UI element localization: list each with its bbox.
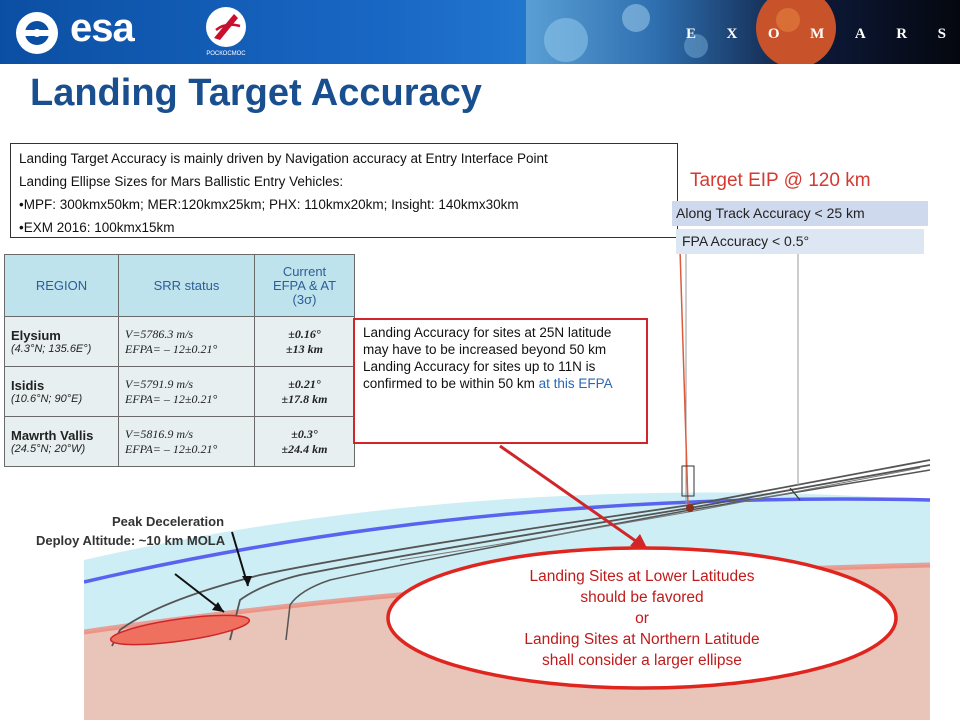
roscosmos-emblem-icon [206, 7, 246, 47]
table-header-row: REGION SRR status Current EFPA & AT (3σ) [4, 254, 355, 317]
note-text-highlight: at this EFPA [534, 376, 613, 391]
header-accuracy-line: Current [282, 263, 327, 279]
velocity-value: V=5816.9 m/s [125, 426, 194, 441]
conclusion-line: or [635, 610, 649, 627]
exomars-banner: E X O M A R S [526, 0, 960, 64]
region-cell: Mawrth Vallis (24.5°N; 20°W) [4, 416, 119, 467]
exomars-letter: A [854, 26, 866, 42]
roscosmos-logo: РОСКОСМОС [196, 4, 256, 62]
conclusion-text: Landing Sites at Lower Latitudes should … [420, 566, 864, 671]
info-line: •EXM 2016: 100kmx15km [19, 220, 175, 235]
table-row: Isidis (10.6°N; 90°E) V=5791.9 m/s EFPA=… [4, 366, 355, 417]
header-accuracy: Current EFPA & AT (3σ) [254, 254, 355, 317]
conclusion-line: should be favored [580, 589, 704, 606]
target-red-line [679, 249, 689, 506]
header-region: REGION [4, 254, 119, 317]
region-name: Isidis [11, 378, 45, 393]
at-accuracy: ±24.4 km [281, 441, 328, 456]
region-coords: (24.5°N; 20°W) [11, 443, 86, 455]
region-table: REGION SRR status Current EFPA & AT (3σ)… [4, 254, 355, 467]
exomars-letter: X [726, 26, 738, 42]
fpa-accuracy-label: FPA Accuracy < 0.5° [676, 229, 924, 254]
exomars-wordmark: E X O M A R S [686, 26, 946, 46]
page-title: Landing Target Accuracy [30, 72, 482, 114]
exomars-letter: R [896, 26, 908, 42]
accuracy-cell: ±0.16° ±13 km [254, 316, 355, 367]
accuracy-cell: ±0.3° ±24.4 km [254, 416, 355, 467]
info-box: Landing Target Accuracy is mainly driven… [10, 143, 678, 238]
region-name: Elysium [11, 328, 61, 343]
header-band: esa РОСКОСМОС E X O M A R S [0, 0, 960, 64]
peak-line: Peak Deceleration [112, 514, 225, 529]
header-srr: SRR status [118, 254, 255, 317]
table-row: Mawrth Vallis (24.5°N; 20°W) V=5816.9 m/… [4, 416, 355, 467]
info-line: Landing Target Accuracy is mainly driven… [19, 151, 548, 166]
eip-point [686, 504, 694, 512]
header-accuracy-line: (3σ) [292, 291, 317, 307]
exomars-letter: S [937, 26, 946, 42]
note-text: Landing Accuracy for sites at 25N latitu… [363, 325, 612, 357]
table-row: Elysium (4.3°N; 135.6E°) V=5786.3 m/s EF… [4, 316, 355, 367]
info-line: •MPF: 300kmx50km; MER:120kmx25km; PHX: 1… [19, 197, 519, 212]
efpa-accuracy: ±0.3° [291, 426, 318, 441]
target-eip-label: Target EIP @ 120 km [690, 170, 871, 191]
region-name: Mawrth Vallis [11, 428, 94, 443]
conclusion-line: shall consider a larger ellipse [542, 652, 742, 669]
along-track-label: Along Track Accuracy < 25 km [672, 201, 928, 226]
velocity-value: V=5791.9 m/s [125, 376, 194, 391]
efpa-value: EFPA= – 12±0.21° [125, 341, 218, 356]
efpa-accuracy: ±0.21° [288, 376, 321, 391]
roscosmos-label: РОСКОСМОС [206, 51, 246, 57]
efpa-accuracy: ±0.16° [288, 326, 321, 341]
landing-accuracy-note: Landing Accuracy for sites at 25N latitu… [353, 318, 648, 444]
accuracy-cell: ±0.21° ±17.8 km [254, 366, 355, 417]
srr-cell: V=5816.9 m/s EFPA= – 12±0.21° [118, 416, 255, 467]
efpa-value: EFPA= – 12±0.21° [125, 441, 218, 456]
srr-cell: V=5786.3 m/s EFPA= – 12±0.21° [118, 316, 255, 367]
region-coords: (10.6°N; 90°E) [11, 393, 83, 405]
exomars-letter: M [810, 26, 825, 42]
info-line: Landing Ellipse Sizes for Mars Ballistic… [19, 174, 344, 189]
deploy-line: Deploy Altitude: ~10 km MOLA [36, 533, 226, 548]
exomars-letter: O [767, 26, 780, 42]
conclusion-line: Landing Sites at Northern Latitude [524, 631, 760, 648]
efpa-value: EFPA= – 12±0.21° [125, 391, 218, 406]
esa-logo-text: esa [70, 6, 135, 50]
conclusion-line: Landing Sites at Lower Latitudes [529, 568, 755, 585]
peak-deceleration-label: Peak Deceleration Deploy Altitude: ~10 k… [36, 512, 225, 550]
header-accuracy-line: EFPA & AT [272, 277, 337, 293]
region-coords: (4.3°N; 135.6E°) [11, 343, 92, 355]
srr-cell: V=5791.9 m/s EFPA= – 12±0.21° [118, 366, 255, 417]
at-accuracy: ±13 km [286, 341, 323, 356]
at-accuracy: ±17.8 km [281, 391, 328, 406]
region-cell: Isidis (10.6°N; 90°E) [4, 366, 119, 417]
exomars-letter: E [686, 26, 697, 42]
region-cell: Elysium (4.3°N; 135.6E°) [4, 316, 119, 367]
velocity-value: V=5786.3 m/s [125, 326, 194, 341]
